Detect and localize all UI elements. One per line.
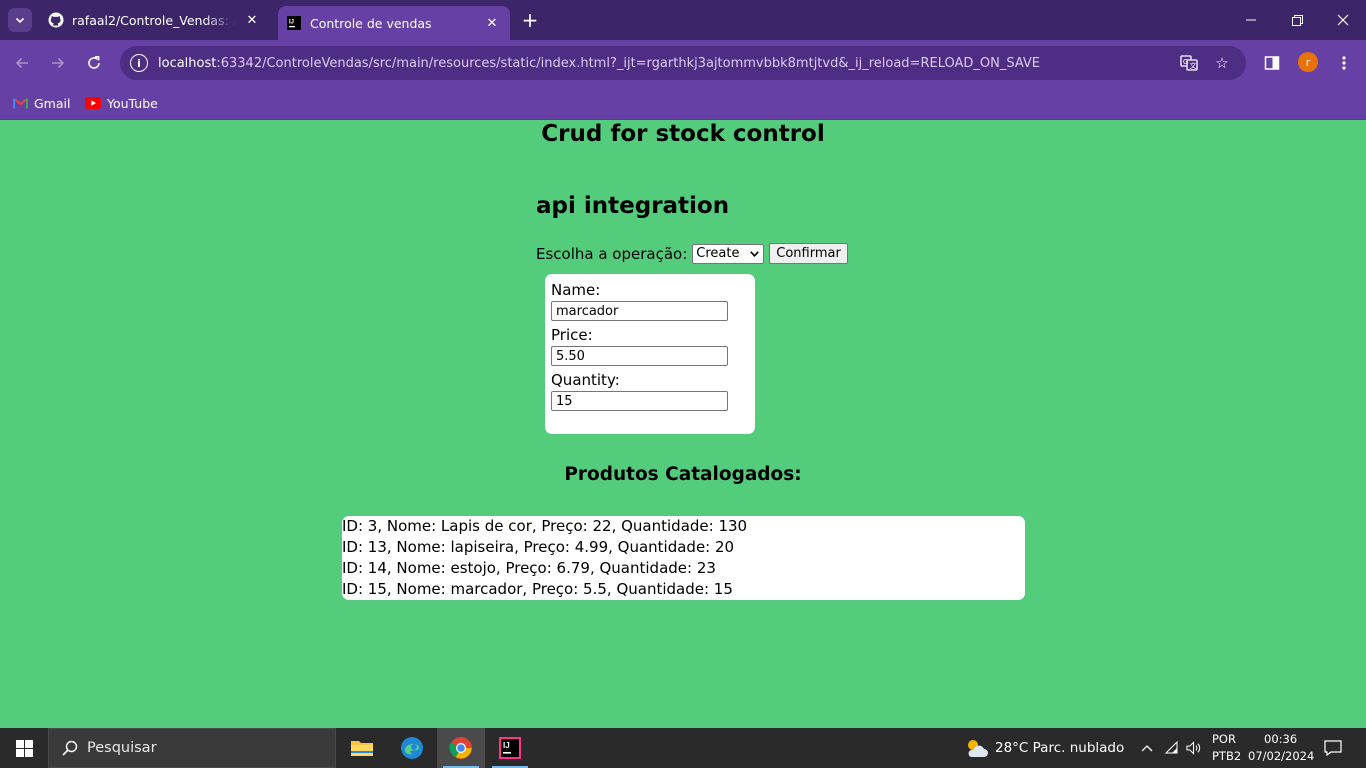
file-explorer-button[interactable]	[338, 728, 386, 768]
clock-time[interactable]: 00:36	[1264, 732, 1297, 746]
folder-icon	[351, 741, 373, 756]
kebab-menu-icon	[1342, 56, 1346, 70]
restore-icon	[1291, 14, 1303, 26]
side-panel-button[interactable]	[1258, 49, 1286, 77]
svg-text:G: G	[1183, 59, 1188, 66]
minimize-icon	[1246, 19, 1256, 21]
chevron-down-icon	[750, 250, 760, 257]
chrome-icon	[449, 737, 472, 759]
intellij-icon: IJ	[286, 15, 302, 31]
close-window-button[interactable]	[1320, 0, 1366, 40]
windows-logo-icon	[15, 739, 33, 757]
section-title: api integration	[536, 193, 730, 219]
keyboard-layout[interactable]: PTB2	[1212, 749, 1241, 763]
site-info-icon[interactable]: i	[130, 54, 148, 72]
bookmark-star-icon[interactable]: ☆	[1211, 53, 1233, 73]
page-title: Crud for stock control	[541, 121, 825, 147]
operation-selected-value: Create	[696, 246, 740, 261]
minimize-button[interactable]	[1228, 0, 1274, 40]
bookmark-label: Gmail	[34, 95, 71, 111]
price-label: Price:	[551, 326, 593, 344]
github-icon	[48, 12, 64, 28]
chrome-button[interactable]	[437, 728, 485, 768]
tab-title: Controle de vendas	[310, 15, 432, 31]
browser-toolbar: i localhost:63342/ControleVendas/src/mai…	[0, 40, 1366, 86]
translate-icon[interactable]: G文	[1178, 53, 1200, 73]
forward-button[interactable]	[44, 49, 72, 77]
operation-label: Escolha a operação:	[536, 244, 688, 263]
weather-text[interactable]: 28°C Parc. nublado	[995, 740, 1124, 756]
list-item: ID: 13, Nome: lapiseira, Preço: 4.99, Qu…	[342, 538, 735, 556]
gmail-icon	[12, 95, 28, 111]
taskbar-search[interactable]: Pesquisar	[48, 728, 336, 768]
tab-title: rafaal2/Controle_Vendas: Api Rest	[72, 12, 236, 28]
chevron-up-icon[interactable]	[1139, 740, 1155, 756]
list-item: ID: 3, Nome: Lapis de cor, Preço: 22, Qu…	[342, 517, 748, 535]
search-icon	[61, 739, 79, 757]
notifications-icon[interactable]	[1323, 739, 1343, 757]
restore-button[interactable]	[1274, 0, 1320, 40]
search-placeholder: Pesquisar	[87, 740, 157, 756]
arrow-left-icon	[15, 57, 28, 69]
youtube-icon	[85, 95, 101, 111]
clock-date[interactable]: 07/02/2024	[1248, 749, 1314, 763]
new-tab-button[interactable]: +	[518, 8, 542, 32]
tab-controle-de-vendas[interactable]: IJ Controle de vendas ✕	[278, 6, 510, 40]
bookmark-gmail[interactable]: Gmail	[12, 93, 70, 113]
svg-text:IJ: IJ	[503, 741, 510, 750]
network-icon[interactable]	[1164, 740, 1180, 756]
start-button[interactable]	[0, 728, 48, 768]
svg-text:IJ: IJ	[289, 20, 294, 26]
bookmark-youtube[interactable]: YouTube	[85, 93, 158, 113]
list-item: ID: 15, Nome: marcador, Preço: 5.5, Quan…	[342, 580, 733, 598]
tab-search-button[interactable]	[8, 8, 32, 32]
intellij-button[interactable]: IJ	[486, 728, 534, 768]
quantity-label: Quantity:	[551, 371, 620, 389]
close-tab-icon[interactable]: ✕	[482, 13, 502, 33]
page-content: Crud for stock control api integration E…	[0, 121, 1366, 728]
address-bar[interactable]: i localhost:63342/ControleVendas/src/mai…	[120, 46, 1246, 80]
products-heading: Produtos Catalogados:	[564, 464, 802, 485]
back-button[interactable]	[8, 49, 36, 77]
intellij-icon: IJ	[499, 737, 521, 759]
close-tab-icon[interactable]: ✕	[242, 10, 262, 30]
arrow-right-icon	[52, 57, 65, 69]
quantity-input[interactable]: 15	[551, 391, 728, 411]
reload-icon	[88, 56, 100, 69]
product-form: Name: marcador Price: 5.50 Quantity: 15	[545, 274, 755, 434]
reload-button[interactable]	[80, 49, 108, 77]
svg-text:文: 文	[1190, 61, 1197, 70]
name-label: Name:	[551, 281, 601, 299]
confirm-button[interactable]: Confirmar	[769, 243, 848, 264]
weather-icon[interactable]	[963, 736, 989, 760]
language-indicator[interactable]: POR	[1212, 732, 1236, 746]
name-input[interactable]: marcador	[551, 301, 728, 321]
products-list: ID: 3, Nome: Lapis de cor, Preço: 22, Qu…	[342, 516, 1025, 600]
url-text[interactable]: localhost:63342/ControleVendas/src/main/…	[158, 56, 1040, 71]
bookmarks-bar: Gmail YouTube	[0, 86, 1366, 120]
windows-taskbar: Pesquisar IJ 28°C Parc. nublado POR PTB2…	[0, 728, 1366, 768]
tab-github[interactable]: rafaal2/Controle_Vendas: Api Rest ✕	[40, 0, 270, 40]
edge-button[interactable]	[388, 728, 436, 768]
list-item: ID: 14, Nome: estojo, Preço: 6.79, Quant…	[342, 559, 716, 577]
tab-strip: rafaal2/Controle_Vendas: Api Rest ✕ IJ C…	[0, 0, 1366, 40]
operation-select[interactable]: Create	[692, 243, 765, 264]
operation-row: Escolha a operação: Create Confirmar	[536, 243, 848, 264]
chevron-down-icon	[15, 17, 25, 24]
volume-icon[interactable]	[1186, 740, 1202, 756]
price-input[interactable]: 5.50	[551, 346, 728, 366]
edge-icon	[401, 737, 423, 759]
close-icon	[1337, 14, 1349, 26]
browser-menu-button[interactable]	[1330, 49, 1358, 77]
profile-avatar[interactable]: r	[1298, 52, 1318, 72]
side-panel-icon	[1264, 56, 1280, 70]
bookmark-label: YouTube	[107, 95, 158, 111]
